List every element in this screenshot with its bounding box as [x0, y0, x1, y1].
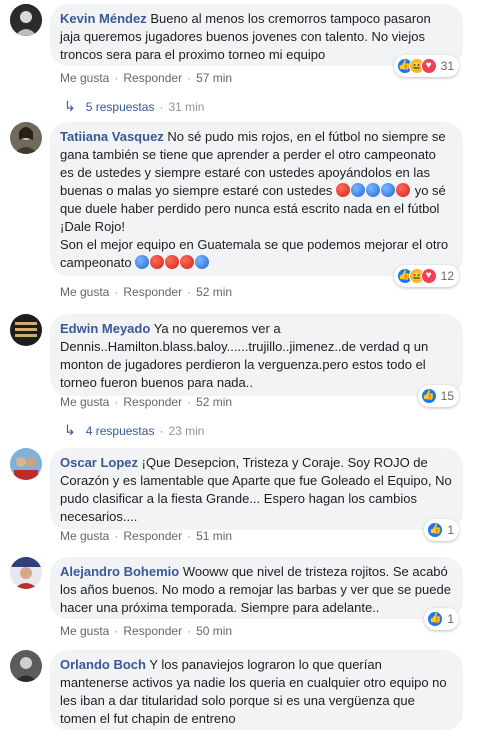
emoji-row — [135, 255, 210, 270]
comment-time[interactable]: 52 min — [196, 285, 232, 299]
comment-bubble: Alejandro Bohemio Wooww que nivel de tri… — [50, 557, 463, 630]
blue-circle-emoji — [381, 183, 396, 197]
reply-link[interactable]: Responder — [123, 529, 182, 543]
comment-actions: Me gusta · Responder · 50 min — [60, 624, 233, 638]
reply-arrow-icon: ↳ — [64, 98, 76, 114]
red-circle-emoji — [180, 255, 195, 269]
comment-author[interactable]: Edwin Meyado — [60, 321, 150, 336]
red-circle-emoji — [150, 255, 165, 269]
comment-author[interactable]: Orlando Boch — [60, 657, 146, 672]
avatar[interactable] — [10, 4, 42, 36]
comment-author[interactable]: Oscar Lopez — [60, 455, 138, 470]
comment-bubble: Oscar Lopez ¡Que Desepcion, Tristeza y C… — [50, 448, 463, 541]
comment-author[interactable]: Kevin Méndez — [60, 11, 147, 26]
replies-time: 31 min — [168, 99, 205, 114]
reaction-summary[interactable]: 👍 15 — [417, 385, 459, 407]
reaction-summary[interactable]: 👍 😆 ♥ 31 — [393, 55, 459, 77]
comment-actions: Me gusta · Responder · 51 min — [60, 529, 233, 543]
red-circle-emoji — [165, 255, 180, 269]
like-link[interactable]: Me gusta — [60, 71, 109, 85]
comment-time[interactable]: 51 min — [196, 529, 232, 543]
reaction-summary[interactable]: 👍 1 — [424, 608, 459, 630]
avatar[interactable] — [10, 122, 42, 154]
avatar[interactable] — [10, 650, 42, 682]
reaction-count: 1 — [447, 612, 454, 626]
like-icon: 👍 — [427, 522, 444, 538]
comment-bubble: Edwin Meyado Ya no queremos ver a Dennis… — [50, 314, 463, 407]
comment-actions: Me gusta · Responder · 52 min — [60, 285, 233, 299]
love-icon: ♥ — [420, 58, 437, 74]
comment-time[interactable]: 52 min — [196, 395, 232, 409]
comment-time[interactable]: 57 min — [196, 71, 232, 85]
like-link[interactable]: Me gusta — [60, 529, 109, 543]
replies-time: 23 min — [168, 423, 205, 438]
like-icon: 👍 — [420, 388, 437, 404]
like-icon: 👍 — [427, 611, 444, 627]
avatar[interactable] — [10, 314, 42, 346]
comment-author[interactable]: Tatiiana Vasquez — [60, 129, 164, 144]
comment-text: ¡Dale Rojo! — [60, 219, 126, 234]
comment-text: Son el mejor equipo en Guatemala se que … — [60, 237, 449, 270]
reaction-summary[interactable]: 👍 1 — [424, 519, 459, 541]
reply-link[interactable]: Responder — [123, 71, 182, 85]
comment-bubble: Tatiiana Vasquez No sé pudo mis rojos, e… — [50, 122, 463, 287]
reaction-count: 31 — [440, 59, 454, 73]
love-icon: ♥ — [420, 268, 437, 284]
blue-circle-emoji — [195, 255, 210, 269]
view-replies[interactable]: ↳ 4 respuestas · 23 min — [64, 422, 204, 439]
blue-circle-emoji — [366, 183, 381, 197]
reply-arrow-icon: ↳ — [64, 422, 76, 438]
reply-link[interactable]: Responder — [123, 285, 182, 299]
replies-count[interactable]: 4 respuestas — [86, 424, 155, 438]
reaction-summary[interactable]: 👍 😆 ♥ 12 — [393, 265, 459, 287]
red-circle-emoji — [396, 183, 411, 197]
reaction-count: 1 — [447, 523, 454, 537]
blue-circle-emoji — [135, 255, 150, 269]
avatar[interactable] — [10, 448, 42, 480]
reaction-count: 12 — [440, 269, 454, 283]
reply-link[interactable]: Responder — [123, 624, 182, 638]
reply-link[interactable]: Responder — [123, 395, 182, 409]
comment-actions: Me gusta · Responder · 57 min — [60, 71, 233, 85]
replies-count[interactable]: 5 respuestas — [86, 100, 155, 114]
like-link[interactable]: Me gusta — [60, 395, 109, 409]
avatar[interactable] — [10, 557, 42, 589]
emoji-row — [336, 183, 411, 198]
comment-actions: Me gusta · Responder · 52 min — [60, 395, 233, 409]
like-link[interactable]: Me gusta — [60, 624, 109, 638]
view-replies[interactable]: ↳ 5 respuestas · 31 min — [64, 98, 204, 115]
blue-circle-emoji — [351, 183, 366, 197]
reaction-count: 15 — [440, 389, 454, 403]
comment-author[interactable]: Alejandro Bohemio — [60, 564, 179, 579]
red-circle-emoji — [336, 183, 351, 197]
comment-bubble: Kevin Méndez Bueno al menos los cremorro… — [50, 4, 463, 77]
comment-bubble: Orlando Boch Y los panaviejos lograron l… — [50, 650, 463, 730]
comment-time[interactable]: 50 min — [196, 624, 232, 638]
like-link[interactable]: Me gusta — [60, 285, 109, 299]
